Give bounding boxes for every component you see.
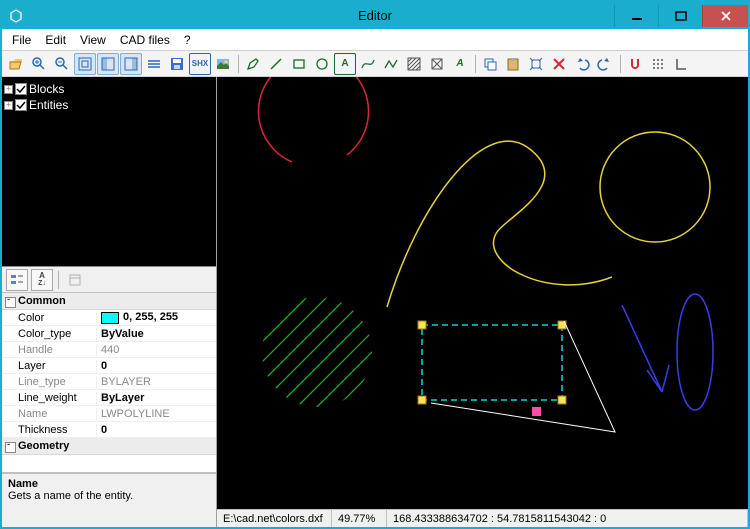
circle-button[interactable] xyxy=(311,53,333,75)
categorized-button[interactable] xyxy=(6,269,28,291)
property-help: Name Gets a name of the entity. xyxy=(2,473,216,527)
line-button[interactable] xyxy=(265,53,287,75)
fit-window-button[interactable] xyxy=(74,53,96,75)
menu-edit[interactable]: Edit xyxy=(39,31,72,49)
copy-button[interactable] xyxy=(479,53,501,75)
status-filepath: E:\cad.net\colors.dxf xyxy=(217,510,332,527)
tree-item-blocks[interactable]: + Blocks xyxy=(4,81,214,97)
app-window: Editor File Edit View CAD files ? SHX A xyxy=(0,0,750,529)
prop-row-handle: Handle440 xyxy=(2,342,216,358)
category-geometry[interactable]: Geometry xyxy=(2,438,216,455)
zoom-in-button[interactable] xyxy=(28,53,50,75)
entity-tree[interactable]: + Blocks + Entities xyxy=(2,77,216,267)
hatch-button[interactable] xyxy=(403,53,425,75)
prop-row-colortype[interactable]: Color_typeByValue xyxy=(2,326,216,342)
image-button[interactable] xyxy=(212,53,234,75)
insert-button[interactable] xyxy=(426,53,448,75)
snap-button[interactable] xyxy=(624,53,646,75)
delete-button[interactable] xyxy=(548,53,570,75)
prop-row-name: NameLWPOLYLINE xyxy=(2,406,216,422)
status-zoom: 49.77% xyxy=(332,510,387,527)
color-swatch xyxy=(101,312,119,324)
rect-button[interactable] xyxy=(288,53,310,75)
menubar: File Edit View CAD files ? xyxy=(2,29,748,51)
mtext-button[interactable]: A xyxy=(449,53,471,75)
menu-file[interactable]: File xyxy=(6,31,37,49)
tree-label: Entities xyxy=(29,98,68,112)
menu-view[interactable]: View xyxy=(74,31,112,49)
menu-cad-files[interactable]: CAD files xyxy=(114,31,176,49)
category-common[interactable]: Common xyxy=(2,293,216,310)
expand-icon[interactable]: + xyxy=(4,85,13,94)
redo-button[interactable] xyxy=(594,53,616,75)
titlebar[interactable]: Editor xyxy=(2,2,748,29)
help-title: Name xyxy=(8,478,210,490)
sidebar: + Blocks + Entities AZ↓ Common Color0, 2 xyxy=(2,77,217,527)
menu-help[interactable]: ? xyxy=(178,31,197,49)
ortho-button[interactable] xyxy=(670,53,692,75)
drawing-canvas[interactable] xyxy=(217,77,748,509)
checkbox-icon[interactable] xyxy=(15,99,27,111)
prop-row-lineweight[interactable]: Line_weightByLayer xyxy=(2,390,216,406)
layers-button[interactable] xyxy=(143,53,165,75)
expand-icon[interactable]: + xyxy=(4,101,13,110)
help-body: Gets a name of the entity. xyxy=(8,490,210,502)
polyline-button[interactable] xyxy=(380,53,402,75)
close-button[interactable] xyxy=(702,5,748,27)
maximize-button[interactable] xyxy=(658,5,702,27)
alphabetical-button[interactable]: AZ↓ xyxy=(31,269,53,291)
panel-right-button[interactable] xyxy=(120,53,142,75)
property-grid[interactable]: Common Color0, 255, 255 Color_typeByValu… xyxy=(2,293,216,473)
paste-button[interactable] xyxy=(502,53,524,75)
minimize-button[interactable] xyxy=(614,5,658,27)
save-button[interactable] xyxy=(166,53,188,75)
tree-label: Blocks xyxy=(29,82,64,96)
panel-left-button[interactable] xyxy=(97,53,119,75)
open-button[interactable] xyxy=(5,53,27,75)
statusbar: E:\cad.net\colors.dxf 49.77% 168.4333886… xyxy=(217,509,748,527)
status-coords: 168.433388634702 : 54.7815811543042 : 0 xyxy=(387,510,748,527)
app-icon xyxy=(8,8,24,24)
tree-item-entities[interactable]: + Entities xyxy=(4,97,214,113)
checkbox-icon[interactable] xyxy=(15,83,27,95)
zoom-out-button[interactable] xyxy=(51,53,73,75)
prop-row-color[interactable]: Color0, 255, 255 xyxy=(2,310,216,326)
prop-row-thickness[interactable]: Thickness0 xyxy=(2,422,216,438)
fit-extents-button[interactable] xyxy=(525,53,547,75)
undo-button[interactable] xyxy=(571,53,593,75)
property-pages-button[interactable] xyxy=(64,269,86,291)
grid-button[interactable] xyxy=(647,53,669,75)
pencil-button[interactable] xyxy=(242,53,264,75)
property-toolbar: AZ↓ xyxy=(2,267,216,293)
shx-button[interactable]: SHX xyxy=(189,53,211,75)
toolbar: SHX A A xyxy=(2,51,748,77)
spline-button[interactable] xyxy=(357,53,379,75)
prop-row-layer[interactable]: Layer0 xyxy=(2,358,216,374)
text-button[interactable]: A xyxy=(334,53,356,75)
prop-row-linetype: Line_typeBYLAYER xyxy=(2,374,216,390)
